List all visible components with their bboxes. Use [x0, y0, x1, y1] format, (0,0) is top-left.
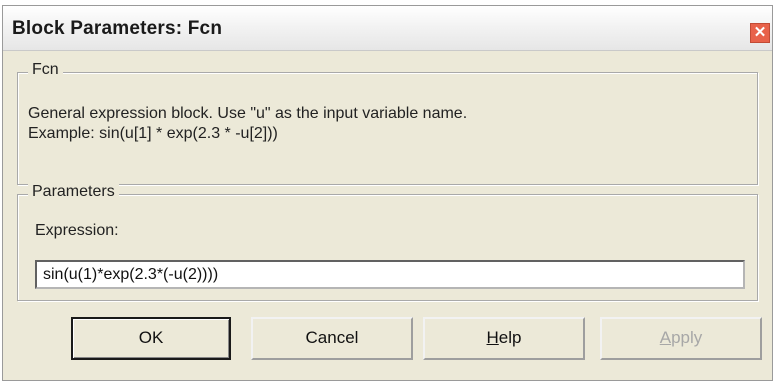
help-mnemonic: H [486, 328, 499, 347]
apply-button[interactable]: Apply [600, 317, 762, 360]
block-parameters-dialog: Block Parameters: Fcn ✕ Fcn General expr… [2, 5, 773, 381]
parameters-group-legend: Parameters [28, 183, 119, 201]
title-bar[interactable]: Block Parameters: Fcn ✕ [3, 6, 772, 51]
ok-button[interactable]: OK [71, 317, 231, 360]
help-button[interactable]: Help [423, 317, 585, 360]
block-description: General expression block. Use "u" as the… [28, 104, 467, 144]
fcn-groupbox: Fcn General expression block. Use "u" as… [17, 61, 758, 185]
expression-label: Expression: [35, 222, 119, 239]
apply-mnemonic: A [659, 328, 672, 347]
description-line-1: General expression block. Use "u" as the… [28, 105, 468, 122]
description-line-2: Example: sin(u[1] * exp(2.3 * -u[2])) [28, 125, 278, 142]
close-icon[interactable]: ✕ [750, 23, 770, 43]
fcn-group-legend: Fcn [28, 61, 63, 79]
apply-label-rest: pply [671, 328, 703, 347]
expression-input[interactable] [35, 260, 745, 289]
help-label-rest: elp [498, 328, 522, 347]
cancel-button[interactable]: Cancel [251, 317, 413, 360]
window-title: Block Parameters: Fcn [12, 18, 223, 39]
parameters-groupbox: Parameters Expression: [17, 183, 758, 301]
